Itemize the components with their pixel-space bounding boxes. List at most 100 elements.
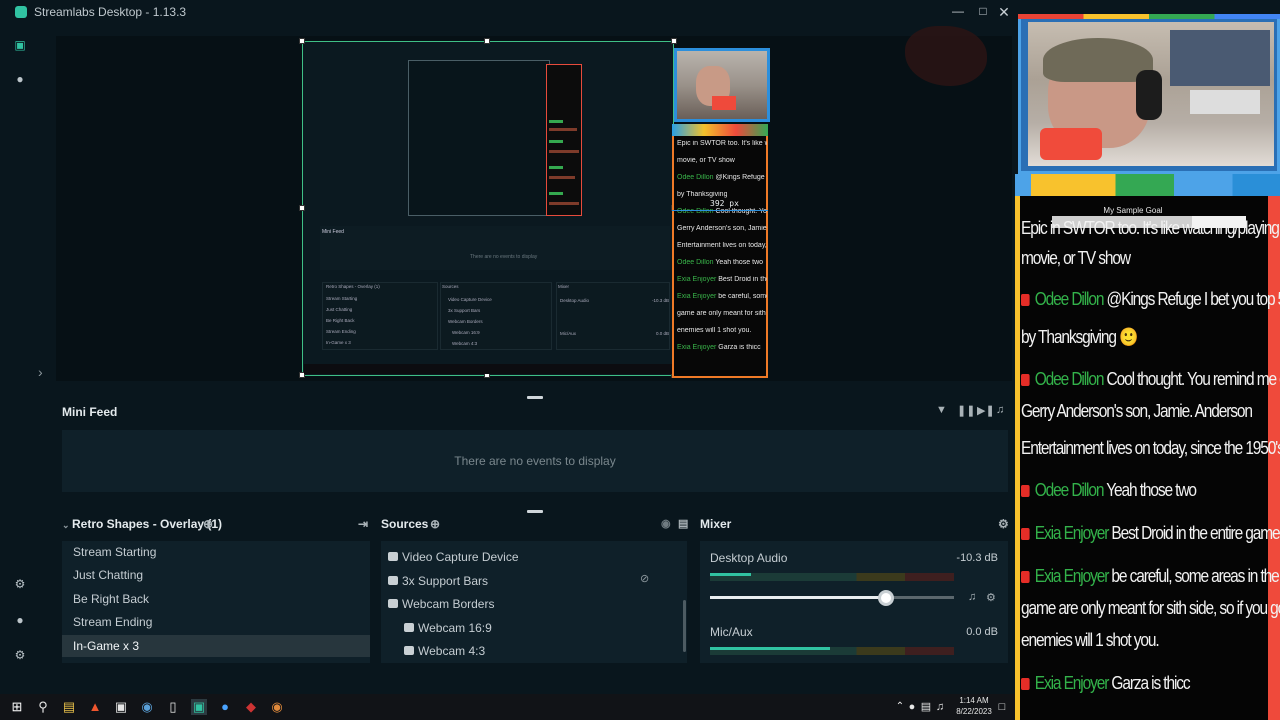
overlay-chat-line: Odee Dillon Yeah those two <box>677 259 763 266</box>
overlay-chat-username: Odee Dillon <box>677 259 716 266</box>
drop-icon[interactable]: ● <box>217 699 233 715</box>
overlay-chat-text: movie, or TV show <box>677 157 735 164</box>
overlay-chat-line: by Thanksgiving <box>677 191 727 198</box>
app-icon[interactable]: ◆ <box>243 699 259 715</box>
resize-handle[interactable] <box>484 38 490 44</box>
chat-username: Odee Dillon <box>1034 289 1107 309</box>
add-folder-icon[interactable]: ▤ <box>678 517 688 530</box>
chat-message-line: Odee Dillon @Kings Refuge I bet you top … <box>1021 289 1280 310</box>
chat-message-line: enemies will 1 shot you. <box>1021 630 1160 651</box>
scene-transition-icon[interactable]: ⇥ <box>358 517 368 531</box>
volume-slider[interactable] <box>710 596 954 599</box>
document-icon[interactable]: ▯ <box>165 699 181 715</box>
pause-icon[interactable]: ❚❚ <box>957 404 975 417</box>
window-icon[interactable]: ▣ <box>113 699 129 715</box>
youtube-icon <box>1021 571 1030 583</box>
source-visibility-icon[interactable]: ◉ <box>661 517 671 530</box>
collapse-chevron-icon[interactable]: ⌄ <box>62 520 70 531</box>
source-item[interactable]: Webcam 16:9 <box>418 621 492 635</box>
nested-mini-feed <box>320 226 670 270</box>
steam-icon[interactable]: ◉ <box>139 699 155 715</box>
chat-username: Odee Dillon <box>1034 369 1107 389</box>
nested-source-item: 3x Support Bars <box>448 308 481 313</box>
volume-slider-knob[interactable] <box>877 590 894 606</box>
chat-message-line: movie, or TV show <box>1021 248 1131 269</box>
add-source-icon[interactable]: ⊕ <box>430 517 440 531</box>
search-icon[interactable]: ⚲ <box>35 699 51 715</box>
clock-date: 8/22/2023 <box>956 707 992 716</box>
scene-item[interactable]: Be Right Back <box>62 588 370 610</box>
notifications-icon[interactable]: □ <box>994 699 1010 715</box>
windows-start-icon[interactable]: ⊞ <box>9 699 25 715</box>
scene-item[interactable]: In-Game x 3 <box>62 634 370 657</box>
close-icon[interactable]: ✕ <box>996 4 1012 21</box>
scene-item[interactable]: Stream Ending <box>62 611 370 633</box>
nested-mixer-item: Mic/Aux <box>560 331 577 336</box>
resize-bar[interactable] <box>527 510 543 513</box>
scene-item[interactable]: Just Chatting <box>62 564 370 586</box>
resize-handle[interactable] <box>299 38 305 44</box>
chat-username: Exia Enjoyer <box>1034 673 1112 693</box>
source-item[interactable]: Video Capture Device <box>402 550 519 564</box>
youtube-icon <box>1021 294 1030 306</box>
volume-slider-fill <box>710 596 886 599</box>
image-icon <box>404 622 414 632</box>
nested-preview <box>408 60 550 216</box>
chevron-right-icon[interactable]: › <box>38 364 43 380</box>
nested-chat-line <box>549 150 579 153</box>
minimize-icon[interactable]: — <box>950 4 966 18</box>
taskbar-clock[interactable]: 1:14 AM 8/22/2023 <box>955 695 993 717</box>
speaker-icon[interactable]: ♫ <box>932 699 948 715</box>
volume-icon[interactable]: ♫ <box>996 404 1004 416</box>
scenes-list: Stream Starting Just Chatting Be Right Bac… <box>62 541 370 663</box>
overlay-chat-username: Exia Enjoyer <box>677 344 719 351</box>
mute-icon[interactable]: ♫ <box>968 591 976 603</box>
add-scene-icon[interactable]: ⊕ <box>203 517 213 531</box>
alignment-guide <box>672 210 768 211</box>
scene-item[interactable]: Stream Starting <box>62 541 370 563</box>
overlay-chat-text: enemies will 1 shot you. <box>677 327 752 334</box>
resize-handle[interactable] <box>299 205 305 211</box>
game-icon[interactable]: ◉ <box>269 699 285 715</box>
sources-scrollbar[interactable] <box>683 600 686 652</box>
source-item[interactable]: 3x Support Bars <box>402 574 488 588</box>
streamer-headset <box>1136 70 1162 120</box>
chat-message-line: Epic in SWTOR too. It's like watching/pl… <box>1021 218 1280 239</box>
streamlabs-taskbar-icon[interactable]: ▣ <box>191 699 207 715</box>
nested-chat-line <box>549 176 575 179</box>
image-icon <box>404 646 414 655</box>
source-item[interactable]: Webcam Borders <box>402 597 494 611</box>
brave-browser-icon[interactable]: ▲ <box>87 699 103 715</box>
widget-icon[interactable]: ⚙ <box>13 577 27 591</box>
title-bar: Streamlabs Desktop - 1.13.3 — □ ✕ <box>0 0 1018 24</box>
maximize-icon[interactable]: □ <box>975 4 991 18</box>
overlay-chat-username: Odee Dillon <box>677 174 716 181</box>
settings-icon[interactable]: ⚙ <box>13 648 27 662</box>
source-item[interactable]: Webcam 4:3 <box>418 644 485 658</box>
hidden-eye-icon[interactable]: ⊘ <box>640 572 649 585</box>
file-explorer-icon[interactable]: ▤ <box>61 699 77 715</box>
nested-mixer-db: 0.0 dB <box>656 331 670 336</box>
scenes-title[interactable]: Retro Shapes - Overlay (1) <box>72 517 222 531</box>
overlay-chat-line: Odee Dillon @Kings Refuge I bet you top … <box>677 174 767 181</box>
channel-settings-icon[interactable]: ⚙ <box>986 591 996 604</box>
filter-icon[interactable]: ▼ <box>936 404 947 416</box>
play-circle-icon[interactable]: ● <box>13 72 27 86</box>
overlay-chat-text: Entertainment lives on today, since the … <box>677 242 767 249</box>
resize-handle[interactable] <box>671 38 677 44</box>
mixer-settings-icon[interactable]: ⚙ <box>998 517 1009 531</box>
audio-meter <box>710 647 954 655</box>
mini-feed-panel: Mini Feed ▼ ❚❚ ▶❚ ♫ There are no events … <box>56 398 1012 498</box>
help-icon[interactable]: ● <box>13 613 27 627</box>
chat-message-line: Entertainment lives on today, since the … <box>1021 438 1280 459</box>
skip-icon[interactable]: ▶❚ <box>977 404 995 417</box>
overlay-chat-line: Gerry Anderson's son, Jamie. Anderson <box>677 225 767 232</box>
side-nav: ▣ ● ⚙ ● ⚙ <box>0 24 40 694</box>
nested-source-item: Video Capture Device <box>448 297 492 302</box>
nested-scene-item: Be Right Back <box>326 318 355 323</box>
overlay-chat-username: Exia Enjoyer <box>677 293 719 300</box>
nested-scene-item: Stream Starting <box>326 296 358 301</box>
editor-icon[interactable]: ▣ <box>13 38 27 52</box>
overlay-chat-username: Exia Enjoyer <box>677 276 719 283</box>
nested-mixer-title: Mixer <box>558 284 569 289</box>
